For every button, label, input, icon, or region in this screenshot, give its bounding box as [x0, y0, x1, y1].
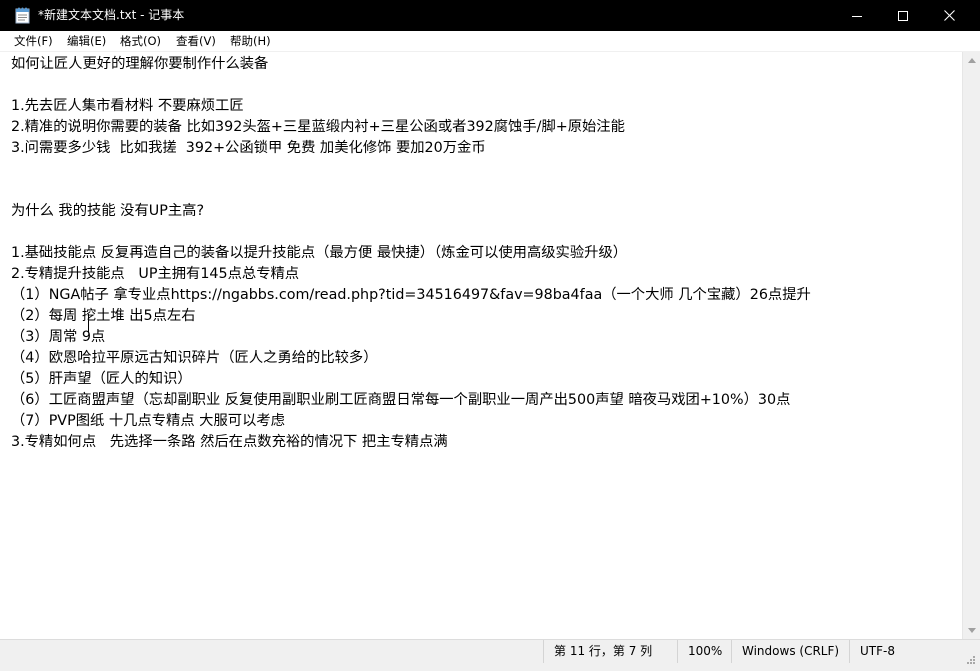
text-line: （5）肝声望（匠人的知识）: [11, 371, 192, 387]
scroll-up-button[interactable]: [963, 52, 980, 69]
title-bar[interactable]: *新建文本文档.txt - 记事本: [0, 0, 980, 31]
text-line: （1）NGA帖子 拿专业点https://ngabbs.com/read.php…: [11, 287, 811, 303]
vertical-scrollbar[interactable]: [962, 52, 980, 639]
text-editor[interactable]: 如何让匠人更好的理解你要制作什么装备 1.先去匠人集市看材料 不要麻烦工匠 2.精准…: [0, 52, 962, 639]
text-line: 2.专精提升技能点 UP主拥有145点总专精点: [11, 266, 300, 282]
minimize-button[interactable]: [834, 0, 880, 31]
text-line: 1.先去匠人集市看材料 不要麻烦工匠: [11, 98, 244, 114]
menu-file[interactable]: 文件(F): [14, 31, 53, 51]
maximize-button[interactable]: [880, 0, 926, 31]
status-bar: 第 11 行，第 7 列 100% Windows (CRLF) UTF-8: [0, 639, 980, 671]
text-line: （6）工匠商盟声望（忘却副职业 反复使用副职业刷工匠商盟日常每一个副职业一周产出…: [11, 392, 791, 408]
text-line: （7）PVP图纸 十几点专精点 大服可以考虑: [11, 413, 285, 429]
menu-help[interactable]: 帮助(H): [230, 31, 271, 51]
resize-grip-icon[interactable]: [964, 652, 976, 664]
zoom-level: 100%: [677, 640, 731, 663]
menu-view[interactable]: 查看(V): [176, 31, 216, 51]
close-button[interactable]: [926, 0, 972, 31]
cursor-position: 第 11 行，第 7 列: [543, 640, 677, 663]
text-line: 2.精准的说明你需要的装备 比如392头盔+三星蓝缎内衬+三星公函或者392腐蚀…: [11, 119, 625, 135]
close-icon: [943, 10, 955, 21]
arrow-down-icon: [968, 628, 976, 633]
text-line: [11, 159, 811, 180]
minimize-icon: [852, 15, 862, 17]
menu-edit[interactable]: 编辑(E): [67, 31, 106, 51]
window-title: *新建文本文档.txt - 记事本: [38, 8, 185, 22]
text-line: [11, 75, 811, 96]
editor-content: 如何让匠人更好的理解你要制作什么装备 1.先去匠人集市看材料 不要麻烦工匠 2.精准…: [11, 54, 811, 453]
notepad-window: *新建文本文档.txt - 记事本 文件(F) 编辑(E) 格式(O) 查看(V…: [0, 0, 980, 671]
menu-format[interactable]: 格式(O): [120, 31, 161, 51]
text-line: [11, 180, 811, 201]
text-line: 1.基础技能点 反复再造自己的装备以提升技能点（最方便 最快捷）（炼金可以使用高…: [11, 245, 628, 261]
scroll-down-button[interactable]: [963, 622, 980, 639]
maximize-icon: [898, 10, 908, 21]
notepad-icon: [15, 7, 30, 24]
text-caret: [88, 314, 89, 332]
text-line: 为什么 我的技能 没有UP主高?: [11, 203, 205, 219]
line-ending: Windows (CRLF): [731, 640, 849, 663]
menu-bar: 文件(F) 编辑(E) 格式(O) 查看(V) 帮助(H): [0, 31, 980, 52]
text-line: 如何让匠人更好的理解你要制作什么装备: [11, 56, 269, 72]
text-line: [11, 222, 811, 243]
text-line: 3.专精如何点 先选择一条路 然后在点数充裕的情况下 把主专精点满: [11, 434, 448, 450]
text-line: （2）每周 挖土堆 出5点左右: [11, 308, 196, 324]
encoding: UTF-8: [849, 640, 961, 663]
text-line: 3.问需要多少钱 比如我搓 392+公函锁甲 免费 加美化修饰 要加20万金币: [11, 140, 486, 156]
text-line: （3）周常 9点: [11, 329, 106, 345]
arrow-up-icon: [968, 58, 976, 63]
text-line: （4）欧恩哈拉平原远古知识碎片（匠人之勇给的比较多）: [11, 350, 378, 366]
